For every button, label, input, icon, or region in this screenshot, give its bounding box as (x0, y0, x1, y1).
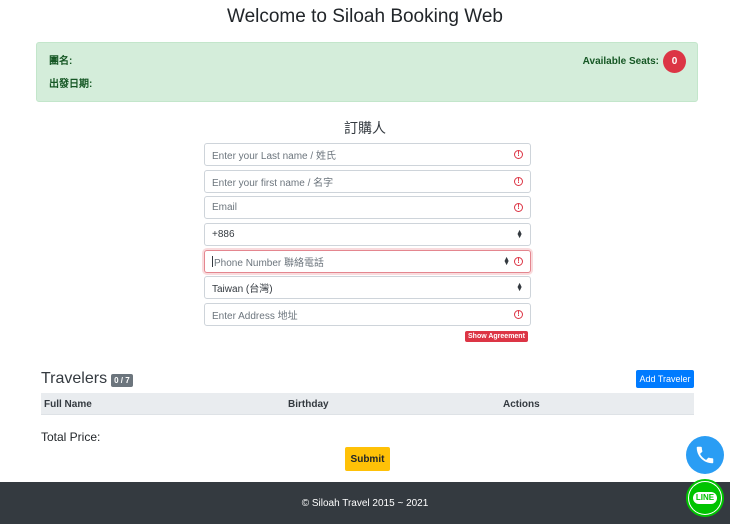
warning-icon: ! (514, 257, 523, 266)
tour-info-panel: 團名: 出發日期: Available Seats: 0 (36, 42, 698, 102)
phone-number-placeholder: Phone Number 聯絡電話 (214, 258, 325, 269)
footer-copyright: © Siloah Travel 2015 ~ 2021 (301, 497, 429, 509)
available-seats-badge: 0 (663, 50, 686, 73)
country-select[interactable]: Taiwan (台灣) ▲ ▼ (204, 276, 531, 299)
last-name-field[interactable]: Enter your Last name / 姓氏 ! (204, 143, 531, 166)
line-chat-button[interactable]: LINE (686, 479, 724, 517)
country-code-value: +886 (212, 229, 235, 240)
column-birthday: Birthday (288, 399, 329, 410)
phone-number-field[interactable]: Phone Number 聯絡電話 ▲ ▼ ! (204, 250, 531, 273)
address-field[interactable]: Enter Address 地址 ! (204, 303, 531, 326)
phone-icon (696, 446, 714, 464)
travelers-count-badge: 0 / 7 (111, 374, 133, 387)
address-placeholder: Enter Address 地址 (212, 311, 298, 322)
show-agreement-badge[interactable]: Show Agreement (465, 331, 528, 342)
first-name-placeholder: Enter your first name / 名字 (212, 178, 334, 189)
text-cursor (212, 256, 213, 267)
travelers-title: Travelers (41, 370, 108, 387)
select-arrows-icon: ▲ ▼ (516, 228, 523, 240)
add-traveler-button[interactable]: Add Traveler (636, 370, 694, 388)
warning-icon: ! (514, 177, 523, 186)
country-value: Taiwan (台灣) (212, 284, 273, 295)
country-code-select[interactable]: +886 ▲ ▼ (204, 223, 531, 246)
column-full-name: Full Name (44, 399, 92, 410)
group-name-label: 團名: (49, 56, 73, 67)
submit-button[interactable]: Submit (345, 447, 390, 471)
departure-date-label: 出發日期: (49, 79, 93, 90)
warning-icon: ! (514, 203, 523, 212)
travelers-table-header: Full Name Birthday Actions (41, 393, 694, 415)
warning-icon: ! (514, 150, 523, 159)
line-icon: LINE (689, 482, 721, 514)
column-actions: Actions (503, 399, 540, 410)
page-title: Welcome to Siloah Booking Web (226, 6, 503, 27)
travelers-heading: Travelers 0 / 7 (41, 370, 133, 388)
total-price-label: Total Price: (41, 430, 101, 444)
phone-call-button[interactable] (686, 436, 724, 474)
last-name-placeholder: Enter your Last name / 姓氏 (212, 151, 336, 162)
email-placeholder: Email (212, 202, 238, 213)
line-label: LINE (692, 492, 718, 504)
select-arrows-icon: ▲ ▼ (516, 281, 523, 293)
footer: © Siloah Travel 2015 ~ 2021 (0, 482, 730, 524)
first-name-field[interactable]: Enter your first name / 名字 ! (204, 170, 531, 193)
stepper-arrows-icon[interactable]: ▲ ▼ (503, 256, 510, 267)
available-seats-label: Available Seats: (582, 56, 659, 67)
warning-icon: ! (514, 310, 523, 319)
booker-heading: 訂購人 (344, 120, 386, 136)
email-field[interactable]: Email ! (204, 196, 531, 219)
